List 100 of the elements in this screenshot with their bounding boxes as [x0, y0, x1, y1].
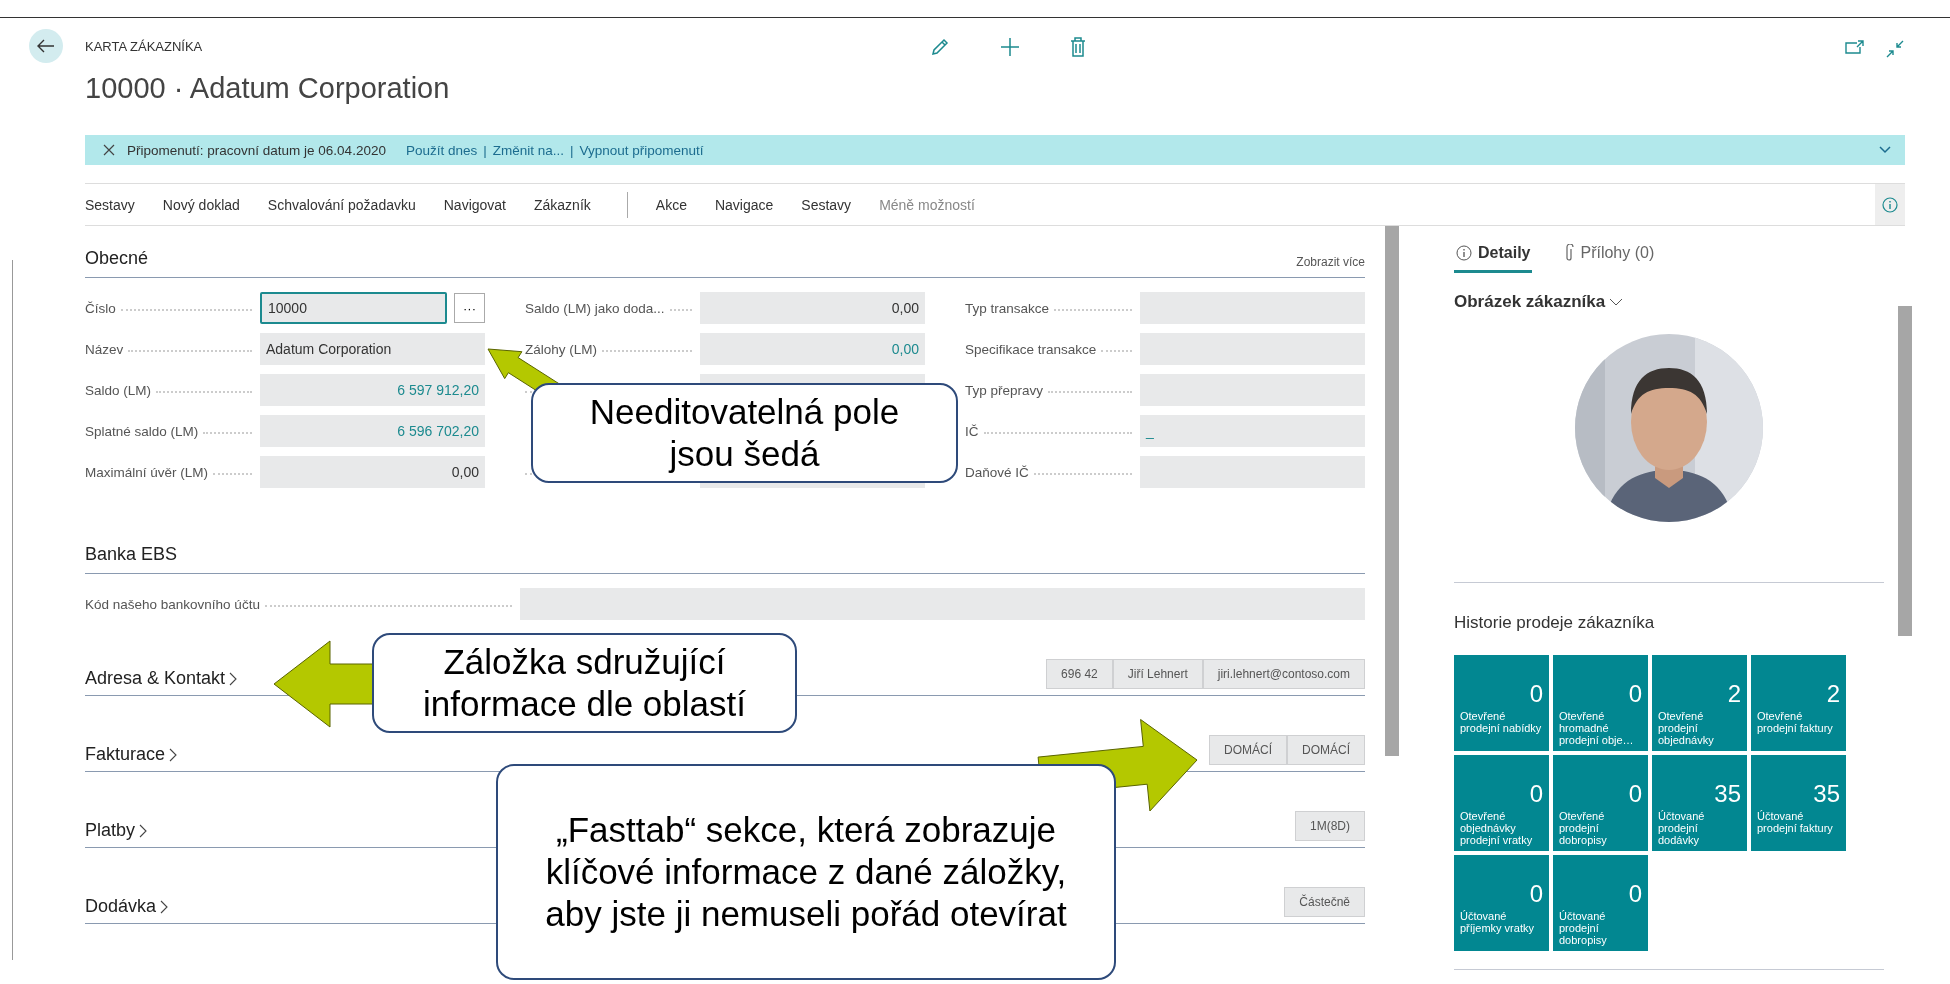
field-label: Typ přepravy — [965, 382, 1044, 398]
tile-label: Otevřené prodejní faktury — [1757, 710, 1834, 737]
page-caption: KARTA ZÁKAZNÍKA — [85, 39, 204, 54]
separator-text: | — [483, 142, 487, 158]
tile-label: Otevřené hromadné prodejní obje… — [1559, 709, 1635, 746]
chevron-right-icon — [139, 823, 148, 838]
reminder-link[interactable]: Změnit na... — [492, 142, 564, 158]
field-label: Maximální úvěr (LM) — [85, 464, 209, 480]
cue-tile[interactable]: 35 Účtované prodejní dodávky — [1652, 755, 1747, 851]
field-label: Číslo — [85, 300, 116, 316]
input-field: 6 597 912,20 — [260, 374, 485, 406]
info-icon — [1882, 196, 1898, 213]
chevron-down-icon — [1609, 298, 1624, 306]
summary-value: jiri.lehnert@contoso.com — [1202, 659, 1365, 689]
input-field: 6 596 702,20 — [260, 415, 485, 447]
show-more-link[interactable]: Zobrazit více — [1296, 255, 1365, 269]
summary-value: Jiří Lehnert — [1112, 659, 1203, 689]
action-menu-item[interactable]: Nový doklad — [162, 196, 254, 213]
field-label: Saldo (LM) — [85, 382, 152, 398]
less-options-button[interactable]: Méně možností — [879, 196, 989, 213]
tile-label: Otevřené prodejní nabídky — [1460, 710, 1543, 737]
tile-count: 0 — [1529, 779, 1543, 808]
factbox-tab[interactable]: Přílohy (0) — [1562, 235, 1657, 273]
input-field: _ — [1140, 415, 1365, 447]
field-label: Saldo (LM) jako doda... — [525, 300, 665, 316]
cue-tile[interactable]: 2 Otevřené prodejní objednávky — [1652, 655, 1747, 751]
reminder-link[interactable]: Použít dnes — [405, 142, 478, 158]
cue-tile[interactable]: 35 Účtované prodejní faktury — [1751, 755, 1846, 851]
action-menu-item[interactable]: Navigovat — [443, 196, 520, 213]
page-title: 10000 · Adatum Corporation — [85, 72, 451, 105]
fasttab-header[interactable]: Adresa & Kontakt — [85, 668, 238, 689]
summary-value: Částečně — [1284, 887, 1365, 917]
action-menu-item[interactable]: Sestavy — [85, 196, 149, 213]
tile-count: 35 — [1813, 780, 1840, 808]
fasttab-header[interactable]: Fakturace — [85, 744, 178, 765]
fasttab-header[interactable]: Dodávka — [85, 896, 169, 917]
info-button[interactable] — [1875, 184, 1905, 225]
tile-count: 0 — [1628, 679, 1642, 708]
summary-value: 1M(8D) — [1295, 811, 1365, 841]
cue-tile[interactable]: 0 Účtované prodejní dobropisy — [1553, 855, 1648, 951]
collapse-icon[interactable] — [1885, 39, 1905, 59]
field-label: Specifikace transakce — [965, 341, 1097, 357]
input-field: Adatum Corporation — [260, 333, 485, 365]
tile-count: 0 — [1529, 880, 1543, 908]
edit-icon[interactable] — [930, 37, 950, 57]
add-icon[interactable] — [1000, 37, 1020, 57]
delete-icon[interactable] — [1070, 37, 1086, 57]
input-field: 0,00 — [260, 456, 485, 488]
action-menu-item[interactable]: Navigace — [714, 196, 788, 213]
fasttab-header[interactable]: Platby — [85, 820, 148, 841]
field-label: Zálohy (LM) — [525, 341, 597, 357]
tile-label: Účtované prodejní dobropisy — [1559, 909, 1608, 946]
scrollbar[interactable] — [1898, 306, 1912, 636]
action-menu-item[interactable]: Akce — [655, 196, 701, 213]
section-title: Obecné — [85, 248, 149, 269]
chevron-right-icon — [169, 747, 178, 762]
cue-tile[interactable]: 0 Účtované příjemky vratky — [1454, 855, 1549, 951]
lookup-button[interactable]: ··· — [454, 293, 485, 323]
cue-tile[interactable]: 2 Otevřené prodejní faktury — [1751, 655, 1846, 751]
factbox-tab[interactable]: Detaily — [1454, 235, 1533, 273]
tile-label: Otevřené objednávky prodejní vratky — [1460, 809, 1534, 846]
callout-tooltip: „Fasttab“ sekce, která zobrazuje klíčové informace z dané záložky, aby jste ji nemuseli pořád otevírat — [496, 764, 1116, 980]
tile-count: 35 — [1714, 779, 1741, 808]
field-label: Typ transakce — [965, 300, 1050, 316]
reminder-link[interactable]: Vypnout připomenutí — [579, 142, 704, 158]
input-field[interactable]: 10000 — [260, 292, 447, 324]
cue-tile[interactable]: 0 Otevřené hromadné prodejní obje… — [1553, 655, 1648, 751]
tile-label: Účtované prodejní faktury — [1757, 810, 1834, 837]
open-in-new-window-icon[interactable] — [1845, 39, 1865, 55]
summary-value: 696 42 — [1046, 659, 1113, 689]
cue-tile[interactable]: 0 Otevřené prodejní dobropisy — [1553, 755, 1648, 851]
cue-tile[interactable]: 0 Otevřené prodejní nabídky — [1454, 655, 1549, 751]
section-title: Banka EBS — [85, 544, 178, 565]
scrollbar[interactable] — [1385, 226, 1399, 756]
field-label: Daňové IČ — [965, 464, 1029, 480]
action-menu-item[interactable]: Zákazník — [534, 196, 605, 213]
tile-count: 0 — [1529, 680, 1543, 708]
chevron-down-icon[interactable] — [1879, 146, 1891, 154]
tile-label: Účtované prodejní dodávky — [1658, 809, 1706, 846]
separator-text: | — [570, 142, 574, 158]
field-label: Kód našeho bankovního účtu — [85, 596, 260, 612]
input-field: 0,00 — [700, 292, 925, 324]
section-header[interactable]: Obrázek zákazníka — [1454, 292, 1624, 312]
input-field: 0,00 — [700, 333, 925, 365]
callout-tooltip: Needitovatelná pole jsou šedá — [531, 383, 958, 483]
close-icon[interactable] — [103, 144, 115, 156]
action-menu-item[interactable]: Sestavy — [801, 196, 866, 213]
info-icon — [1456, 244, 1472, 261]
reminder-text: Připomenutí: pracovní datum je 06.04.2020 — [127, 142, 386, 158]
cue-tile[interactable]: 0 Otevřené objednávky prodejní vratky — [1454, 755, 1549, 851]
back-arrow-icon — [37, 39, 55, 53]
back-button[interactable] — [29, 29, 63, 63]
field-label: Splatné saldo (LM) — [85, 423, 199, 439]
action-menu-item[interactable]: Schvalování požadavku — [267, 196, 430, 213]
field-label: Název — [85, 341, 124, 357]
summary-value: DOMÁCÍ — [1287, 735, 1365, 765]
tile-count: 0 — [1628, 779, 1642, 808]
paperclip-icon — [1564, 243, 1575, 262]
summary-value: DOMÁCÍ — [1209, 735, 1287, 765]
tile-label: Účtované příjemky vratky — [1460, 910, 1535, 937]
